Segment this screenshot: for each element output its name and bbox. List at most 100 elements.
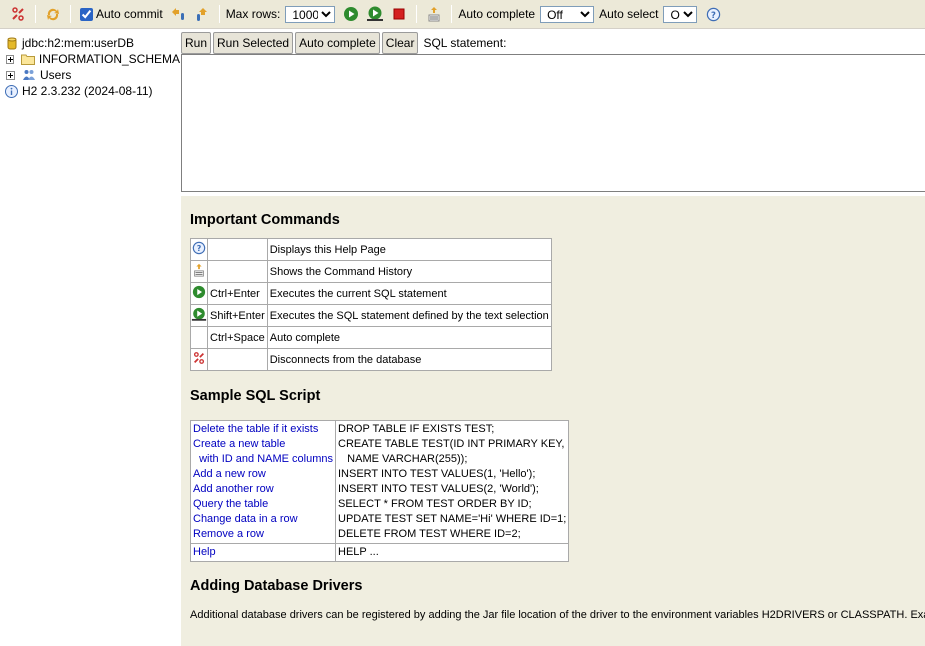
command-icon-cell bbox=[190, 304, 208, 327]
command-key: Shift+Enter bbox=[207, 304, 268, 327]
sample-code: DELETE FROM TEST WHERE ID=2; bbox=[338, 528, 521, 540]
sample-link[interactable]: Add another row bbox=[193, 482, 333, 497]
auto-complete-select[interactable]: Off bbox=[540, 5, 595, 23]
run-selected-icon bbox=[191, 307, 207, 321]
clear-button[interactable]: Clear bbox=[381, 31, 419, 54]
auto-commit-label: Auto commit bbox=[96, 7, 163, 21]
adding-drivers-title: Adding Database Drivers bbox=[190, 578, 363, 594]
command-icon-cell bbox=[190, 282, 208, 305]
history-icon bbox=[194, 263, 204, 277]
run-selected-button[interactable]: Run Selected bbox=[213, 31, 294, 54]
version-label: H2 2.3.232 (2024-08-11) bbox=[22, 84, 153, 98]
query-toolbar: Run Run Selected Auto complete Clear SQL… bbox=[180, 31, 925, 54]
table-row: Ctrl+Enter Executes the current SQL stat… bbox=[190, 282, 552, 305]
database-icon bbox=[6, 34, 18, 52]
sample-code: HELP ... bbox=[338, 546, 379, 558]
sample-code: CREATE TABLE TEST(ID INT PRIMARY KEY, bbox=[338, 438, 565, 450]
table-row: ? Displays this Help Page bbox=[190, 238, 552, 261]
stop-icon[interactable] bbox=[390, 5, 408, 23]
sample-link[interactable]: Change data in a row bbox=[193, 512, 333, 527]
table-row: Help HELP ... bbox=[190, 543, 570, 562]
run-icon[interactable] bbox=[342, 5, 360, 23]
sql-statement-label: SQL statement: bbox=[423, 35, 507, 50]
sample-code: INSERT INTO TEST VALUES(1, 'Hello'); bbox=[338, 468, 536, 480]
table-row: Delete the table if it exists Create a n… bbox=[190, 420, 570, 544]
table-row: Shift+Enter Executes the SQL statement d… bbox=[190, 304, 552, 327]
tree-item-label: INFORMATION_SCHEMA bbox=[38, 52, 180, 66]
table-row: Ctrl+Space Auto complete bbox=[190, 326, 552, 349]
table-row: Disconnects from the database bbox=[190, 348, 552, 371]
tree-item-users[interactable]: Users bbox=[0, 67, 180, 83]
sample-sql-table: Delete the table if it exists Create a n… bbox=[190, 420, 570, 562]
command-icon-cell bbox=[190, 260, 208, 283]
sample-code-cell: DROP TABLE IF EXISTS TEST; CREATE TABLE … bbox=[334, 420, 570, 544]
toolbar-separator bbox=[451, 5, 453, 23]
table-row: Shows the Command History bbox=[190, 260, 552, 283]
command-desc: Executes the SQL statement defined by th… bbox=[266, 304, 552, 327]
disconnect-icon[interactable] bbox=[9, 5, 27, 23]
help-icon: ? bbox=[192, 241, 206, 255]
users-icon bbox=[22, 66, 36, 84]
refresh-icon[interactable] bbox=[44, 5, 62, 23]
sample-link[interactable]: Remove a row bbox=[193, 527, 333, 542]
commands-table: ? Displays this Help Page Shows the Comm… bbox=[190, 238, 552, 371]
auto-select-label: Auto select bbox=[599, 7, 659, 21]
tree-connection[interactable]: jdbc:h2:mem:userDB bbox=[0, 35, 180, 51]
sample-code: SELECT * FROM TEST ORDER BY ID; bbox=[338, 498, 532, 510]
expand-icon[interactable] bbox=[6, 70, 15, 80]
history-icon[interactable] bbox=[425, 5, 443, 23]
max-rows-label: Max rows: bbox=[225, 7, 281, 21]
sample-labels-cell: Delete the table if it exists Create a n… bbox=[190, 420, 336, 544]
sample-labels-cell: Help bbox=[190, 543, 336, 562]
sample-link[interactable]: Add a new row bbox=[193, 467, 333, 482]
tree-item-label: Users bbox=[40, 68, 72, 82]
command-desc: Displays this Help Page bbox=[266, 238, 552, 261]
info-icon bbox=[5, 82, 18, 100]
sample-link[interactable]: Create a new table bbox=[193, 437, 333, 452]
auto-select-select[interactable]: On bbox=[663, 5, 698, 23]
run-button[interactable]: Run bbox=[181, 31, 212, 54]
command-desc: Shows the Command History bbox=[266, 260, 552, 283]
svg-text:?: ? bbox=[197, 244, 202, 253]
toolbar-separator bbox=[218, 5, 220, 23]
tree-item-information-schema[interactable]: INFORMATION_SCHEMA bbox=[0, 51, 180, 67]
command-key bbox=[207, 348, 268, 371]
max-rows-select[interactable]: 1000 bbox=[285, 5, 336, 23]
command-key bbox=[207, 260, 268, 283]
sample-code: NAME VARCHAR(255)); bbox=[338, 453, 468, 465]
connection-label: jdbc:h2:mem:userDB bbox=[22, 36, 135, 50]
sql-editor[interactable] bbox=[181, 54, 925, 192]
help-icon[interactable]: ? bbox=[704, 5, 722, 23]
sample-code: UPDATE TEST SET NAME='Hi' WHERE ID=1; bbox=[338, 513, 567, 525]
auto-complete-label: Auto complete bbox=[458, 7, 536, 21]
sample-link[interactable]: with ID and NAME columns bbox=[193, 452, 333, 467]
tree-version: H2 2.3.232 (2024-08-11) bbox=[0, 83, 180, 99]
command-desc: Auto complete bbox=[266, 326, 552, 349]
sample-link[interactable]: Delete the table if it exists bbox=[193, 422, 333, 437]
drivers-description: Additional database drivers can be regis… bbox=[190, 609, 925, 621]
sample-code-cell: HELP ... bbox=[334, 543, 570, 562]
toolbar-separator bbox=[416, 5, 418, 23]
disconnect-icon bbox=[193, 352, 205, 364]
auto-commit-checkbox[interactable] bbox=[80, 7, 93, 21]
auto-complete-button[interactable]: Auto complete bbox=[295, 31, 380, 54]
sample-help-link[interactable]: Help bbox=[193, 545, 333, 560]
command-key: Ctrl+Enter bbox=[207, 282, 268, 305]
command-icon-cell bbox=[190, 326, 208, 349]
toolbar-separator bbox=[35, 5, 36, 23]
toolbar: Auto commit Max rows: 1000 Auto complete… bbox=[0, 0, 925, 29]
help-panel: Important Commands ? Displays this Help … bbox=[181, 196, 925, 646]
important-commands-title: Important Commands bbox=[190, 212, 340, 228]
sample-sql-title: Sample SQL Script bbox=[190, 388, 321, 404]
sample-code: DROP TABLE IF EXISTS TEST; bbox=[338, 423, 495, 435]
commit-icon[interactable] bbox=[169, 5, 187, 23]
command-key bbox=[207, 238, 268, 261]
expand-icon[interactable] bbox=[6, 54, 14, 64]
command-desc: Disconnects from the database bbox=[266, 348, 552, 371]
run-icon bbox=[192, 285, 206, 299]
sample-link[interactable]: Query the table bbox=[193, 497, 333, 512]
run-selected-icon[interactable] bbox=[366, 5, 384, 23]
command-desc: Executes the current SQL statement bbox=[266, 282, 552, 305]
command-icon-cell bbox=[190, 348, 208, 371]
rollback-icon[interactable] bbox=[193, 5, 211, 23]
